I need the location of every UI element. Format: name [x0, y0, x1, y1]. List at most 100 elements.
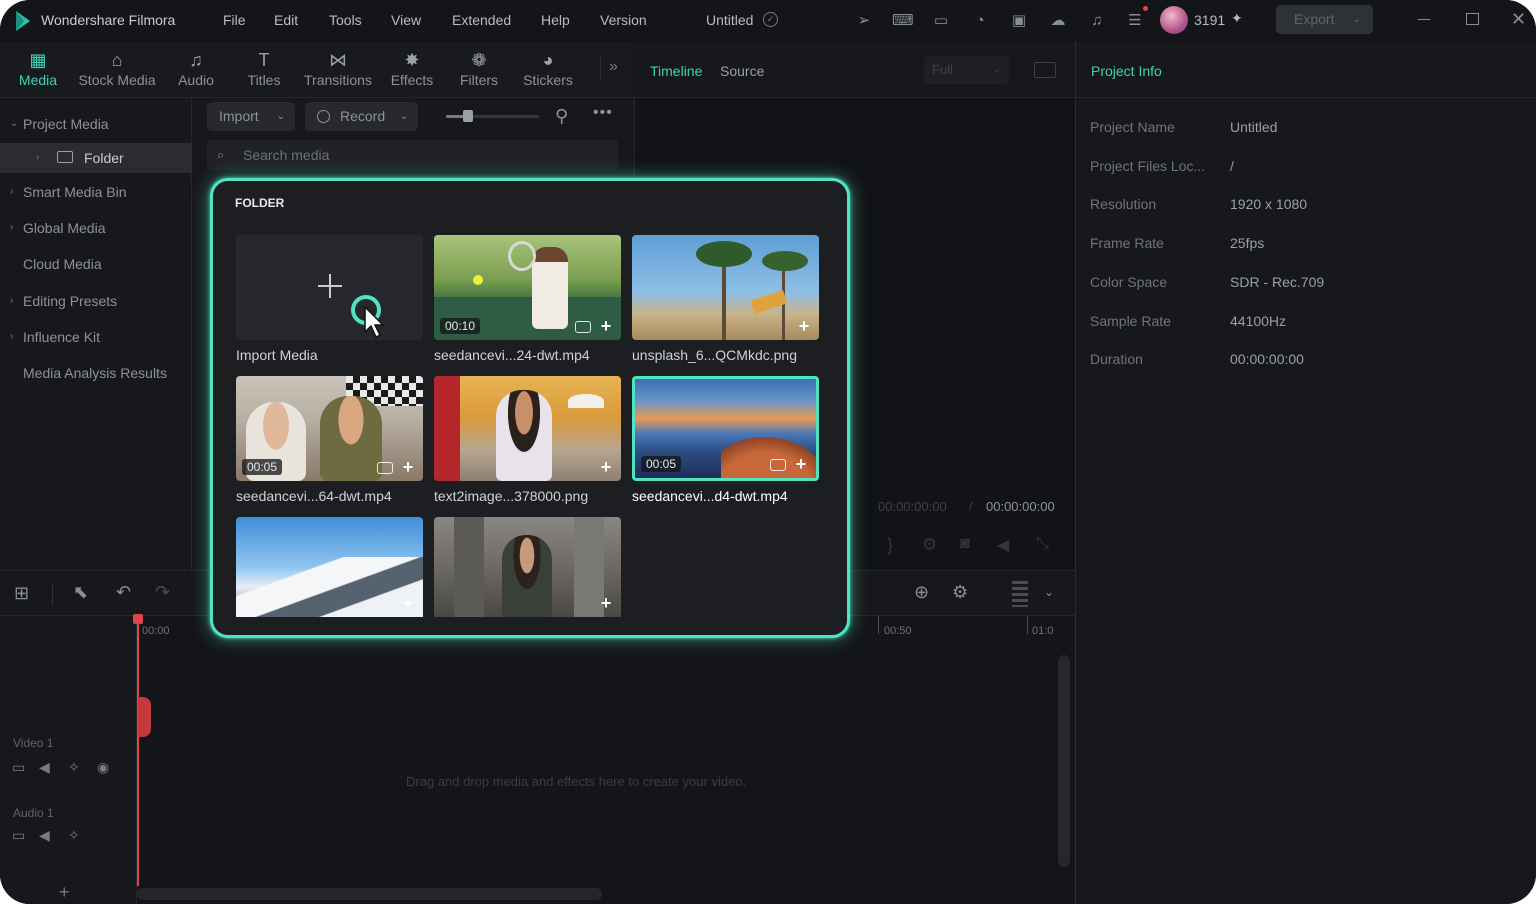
info-label-duration: Duration: [1090, 351, 1143, 367]
add-to-timeline-icon[interactable]: +: [597, 594, 615, 612]
sidebar-item-media-analysis[interactable]: Media Analysis Results: [0, 358, 192, 388]
menu-help[interactable]: Help: [541, 12, 570, 28]
info-value-duration: 00:00:00:00: [1230, 351, 1304, 367]
sidebar-item-editing-presets[interactable]: › Editing Presets: [0, 286, 192, 316]
search-icon: ⌕: [217, 147, 225, 162]
tab-timeline[interactable]: Timeline: [650, 63, 702, 79]
volume-icon[interactable]: ◀: [997, 535, 1009, 555]
chevron-down-icon[interactable]: ⌄: [1044, 585, 1054, 599]
tab-transitions[interactable]: ⋈ Transitions: [301, 42, 375, 98]
media-thumbnail[interactable]: 00:05 +: [236, 376, 423, 481]
camera-icon[interactable]: ◙: [960, 535, 970, 553]
layout-grid-icon[interactable]: ⊞: [14, 583, 29, 604]
maximize-icon[interactable]: [1466, 13, 1479, 25]
tab-audio[interactable]: ♫ Audio: [172, 42, 220, 98]
add-to-timeline-icon[interactable]: +: [792, 455, 810, 473]
add-to-timeline-icon[interactable]: +: [795, 317, 813, 335]
mute-icon[interactable]: ◀: [39, 759, 50, 776]
sidebar-item-label: Smart Media Bin: [23, 184, 127, 200]
playhead-handle[interactable]: [133, 614, 143, 624]
vertical-scrollbar[interactable]: [1058, 655, 1070, 867]
add-track-icon[interactable]: ⊕: [914, 582, 929, 603]
magic-wand-icon[interactable]: ✧: [68, 827, 80, 844]
menu-tools[interactable]: Tools: [329, 12, 362, 28]
plus-icon-vertical: [329, 274, 331, 298]
tab-stock-media[interactable]: ⌂ Stock Media: [74, 42, 160, 98]
undo-icon[interactable]: ↶: [116, 582, 131, 603]
sidebar-item-cloud-media[interactable]: Cloud Media: [0, 249, 192, 279]
tab-media[interactable]: ▦ Media: [13, 42, 63, 98]
horizontal-scrollbar[interactable]: [137, 888, 602, 900]
tab-source[interactable]: Source: [720, 63, 764, 79]
add-icon[interactable]: +: [59, 882, 70, 903]
snapshot-compare-icon[interactable]: [1034, 62, 1056, 78]
credits-count[interactable]: 3191: [1194, 12, 1225, 28]
sidebar-item-global-media[interactable]: › Global Media: [0, 213, 192, 243]
record-dropdown[interactable]: Record ⌄: [305, 102, 418, 131]
cloud-upload-icon[interactable]: ☁: [1048, 11, 1068, 31]
playhead-marker[interactable]: [138, 697, 151, 737]
menu-view[interactable]: View: [391, 12, 421, 28]
keyboard-icon[interactable]: ⌨: [892, 11, 914, 31]
mark-out-icon[interactable]: }: [887, 535, 893, 556]
media-thumbnail[interactable]: +: [434, 517, 621, 617]
cloud-sync-icon[interactable]: ◔: [970, 11, 990, 31]
filter-icon[interactable]: ⚲: [555, 106, 568, 127]
support-headset-icon[interactable]: ♫: [1087, 11, 1107, 31]
zoom-level-icon[interactable]: [1012, 581, 1028, 607]
media-thumbnail[interactable]: +: [434, 376, 621, 481]
settings-icon[interactable]: ⚙: [922, 535, 937, 555]
playhead[interactable]: [137, 614, 139, 886]
more-options-icon[interactable]: •••: [593, 104, 613, 122]
track-headers: Video 1 ▭ ◀ ✧ ◉ Audio 1 ▭ ◀ ✧ +: [0, 616, 137, 904]
media-thumbnail-selected[interactable]: 00:05 +: [632, 376, 819, 481]
media-thumbnail[interactable]: +: [236, 517, 423, 617]
layout-icon[interactable]: ▭: [931, 11, 951, 31]
quality-select[interactable]: Full ⌄: [924, 56, 1009, 84]
menu-edit[interactable]: Edit: [274, 12, 298, 28]
export-button[interactable]: Export ⌄: [1276, 5, 1373, 34]
add-to-timeline-icon[interactable]: +: [399, 594, 417, 612]
mute-icon[interactable]: ◀: [39, 827, 50, 844]
sidebar-item-project-media[interactable]: ⌄ Project Media: [0, 109, 192, 139]
minimize-icon[interactable]: [1418, 19, 1430, 20]
sidebar-item-folder[interactable]: › Folder: [0, 143, 192, 173]
add-to-timeline-icon[interactable]: +: [597, 458, 615, 476]
tab-stickers[interactable]: ◕ Stickers: [520, 42, 576, 98]
sidebar-item-label: Influence Kit: [23, 329, 101, 345]
menu-extended[interactable]: Extended: [452, 12, 511, 28]
menu-version[interactable]: Version: [600, 12, 647, 28]
fullscreen-icon[interactable]: ⤡: [1036, 535, 1049, 553]
sidebar-item-smart-media-bin[interactable]: › Smart Media Bin: [0, 177, 192, 207]
tab-titles[interactable]: T Titles: [242, 42, 286, 98]
send-icon[interactable]: ➢: [854, 11, 874, 31]
timeline-settings-icon[interactable]: ⚙: [952, 582, 968, 603]
tab-effects[interactable]: ✸ Effects: [387, 42, 437, 98]
expand-tabs-icon[interactable]: »: [609, 58, 618, 76]
menu-file[interactable]: File: [223, 12, 246, 28]
sidebar-item-influence-kit[interactable]: › Influence Kit: [0, 322, 192, 352]
folder-icon[interactable]: ▭: [12, 827, 25, 844]
notifications-menu-icon[interactable]: ☰: [1125, 11, 1145, 31]
redo-icon[interactable]: ↷: [155, 582, 170, 603]
filmora-window: Wondershare Filmora File Edit Tools View…: [0, 0, 1536, 904]
select-tool-icon[interactable]: ⬉: [73, 582, 88, 603]
avatar[interactable]: [1160, 6, 1188, 34]
folder-icon[interactable]: ▭: [12, 759, 25, 776]
media-thumbnail[interactable]: +: [632, 235, 819, 340]
slider-handle[interactable]: [463, 110, 473, 122]
media-filename: seedancevi...24-dwt.mp4: [434, 347, 590, 363]
media-thumbnail[interactable]: 00:10 +: [434, 235, 621, 340]
add-to-timeline-icon[interactable]: +: [399, 458, 417, 476]
timeline-area[interactable]: [0, 616, 1075, 904]
add-to-timeline-icon[interactable]: +: [597, 317, 615, 335]
quality-value: Full: [932, 62, 953, 77]
tab-filters[interactable]: ❁ Filters: [457, 42, 501, 98]
close-icon[interactable]: ✕: [1511, 9, 1526, 30]
save-icon[interactable]: ▣: [1009, 11, 1029, 31]
eye-icon[interactable]: ◉: [97, 759, 109, 776]
import-media-card[interactable]: [236, 235, 423, 340]
magic-wand-icon[interactable]: ✧: [68, 759, 80, 776]
search-input[interactable]: ⌕ Search media: [207, 140, 618, 170]
import-dropdown[interactable]: Import ⌄: [207, 102, 295, 131]
